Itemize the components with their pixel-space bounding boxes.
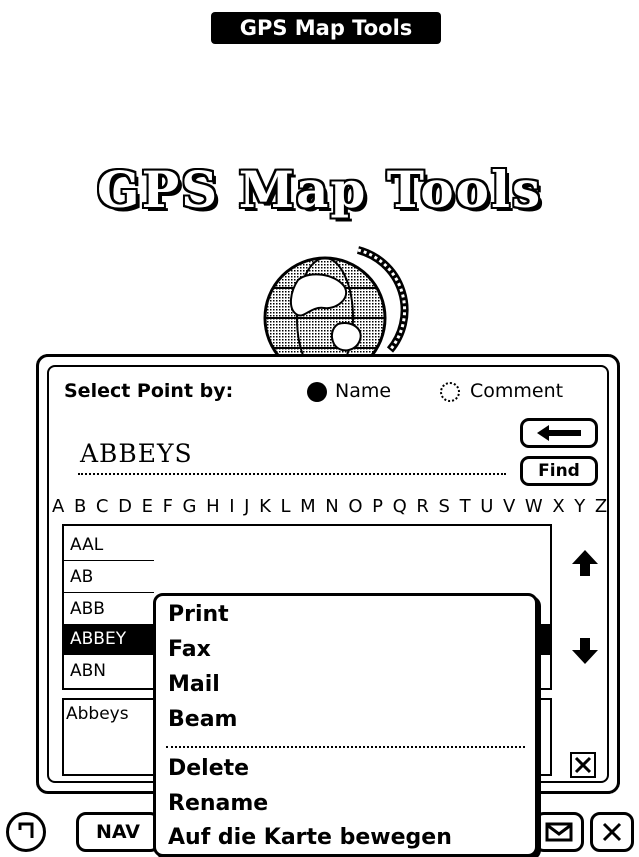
alphabet-letter[interactable]: T: [460, 496, 472, 517]
menu-item-move-to-map[interactable]: Auf die Karte bewegen: [168, 825, 452, 850]
list-item[interactable]: AAL: [64, 530, 550, 561]
alphabet-letter[interactable]: R: [416, 496, 429, 517]
alphabet-letter[interactable]: U: [480, 496, 494, 517]
backspace-arrow-icon: [537, 425, 581, 441]
alphabet-letter[interactable]: M: [300, 496, 316, 517]
menu-item-mail[interactable]: Mail: [168, 672, 220, 697]
menu-routing-button[interactable]: [6, 812, 46, 852]
alphabet-letter[interactable]: N: [325, 496, 339, 517]
action-button[interactable]: [534, 812, 584, 852]
radio-name-label[interactable]: Name: [335, 380, 391, 402]
list-divider: [64, 592, 154, 593]
name-input[interactable]: ABBEYS: [78, 437, 506, 475]
close-icon: [602, 822, 622, 842]
alphabet-letter[interactable]: G: [183, 496, 197, 517]
menu-item-rename[interactable]: Rename: [168, 791, 268, 816]
envelope-icon: [545, 822, 573, 842]
alphabet-letter[interactable]: J: [244, 496, 250, 517]
splash-title: GPS Map Tools: [96, 160, 543, 219]
alphabet-letter[interactable]: P: [372, 496, 383, 517]
nav-button[interactable]: NAV: [76, 812, 160, 852]
close-icon: [574, 756, 592, 774]
scroll-down-icon[interactable]: [570, 636, 600, 666]
radio-name[interactable]: [307, 382, 327, 402]
alphabet-letter[interactable]: I: [229, 496, 235, 517]
radio-comment[interactable]: [440, 382, 460, 402]
action-popup-menu: Print Fax Mail Beam Delete Rename Auf di…: [153, 593, 538, 857]
alphabet-letter[interactable]: S: [439, 496, 451, 517]
close-dialog-button[interactable]: [570, 752, 596, 778]
backspace-button[interactable]: [520, 418, 598, 448]
find-button[interactable]: Find: [520, 456, 598, 486]
alphabet-letter[interactable]: B: [74, 496, 87, 517]
alphabet-letter[interactable]: F: [163, 496, 174, 517]
alphabet-index[interactable]: ABCDEFGHIJKLMNOPQRSTUVWXYZ: [52, 496, 608, 517]
alphabet-letter[interactable]: O: [348, 496, 363, 517]
alphabet-letter[interactable]: W: [525, 496, 543, 517]
globe-icon: [263, 246, 409, 370]
alphabet-letter[interactable]: E: [142, 496, 154, 517]
alphabet-letter[interactable]: V: [503, 496, 516, 517]
alphabet-letter[interactable]: X: [552, 496, 565, 517]
routing-icon: [18, 822, 34, 838]
radio-comment-label[interactable]: Comment: [470, 380, 563, 402]
menu-item-fax[interactable]: Fax: [168, 637, 211, 662]
list-divider: [64, 560, 154, 561]
menu-item-beam[interactable]: Beam: [168, 707, 237, 732]
menu-item-delete[interactable]: Delete: [168, 756, 249, 781]
alphabet-letter[interactable]: C: [96, 496, 109, 517]
close-app-button[interactable]: [590, 812, 634, 852]
list-item[interactable]: AB: [64, 562, 550, 593]
select-point-label: Select Point by:: [64, 380, 234, 402]
alphabet-letter[interactable]: L: [281, 496, 292, 517]
alphabet-letter[interactable]: K: [259, 496, 271, 517]
alphabet-letter[interactable]: A: [52, 496, 65, 517]
scroll-up-icon[interactable]: [570, 548, 600, 578]
window-title: GPS Map Tools: [211, 12, 441, 44]
alphabet-letter[interactable]: D: [118, 496, 132, 517]
menu-divider: [166, 746, 525, 748]
menu-item-print[interactable]: Print: [168, 602, 229, 627]
alphabet-letter[interactable]: Y: [574, 496, 586, 517]
alphabet-letter[interactable]: Q: [393, 496, 408, 517]
alphabet-letter[interactable]: Z: [595, 496, 608, 517]
alphabet-letter[interactable]: H: [206, 496, 220, 517]
